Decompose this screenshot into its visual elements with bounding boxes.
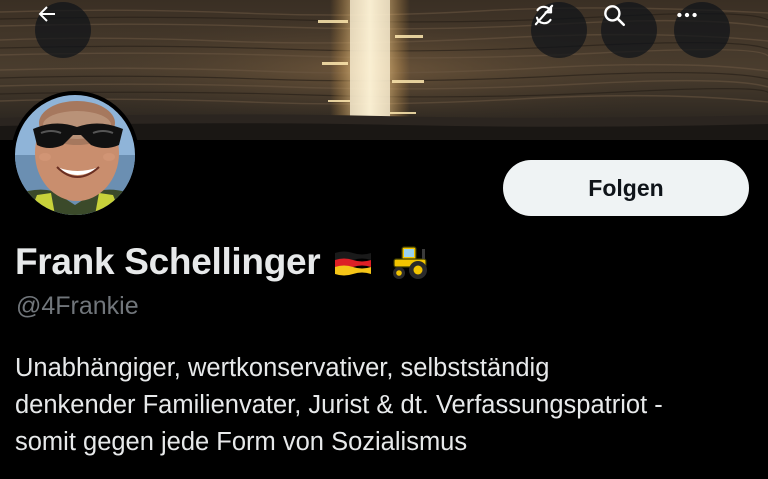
- username-handle: @4Frankie: [16, 292, 139, 320]
- more-button[interactable]: [674, 2, 730, 58]
- avatar[interactable]: [11, 91, 139, 219]
- search-icon: [604, 5, 626, 27]
- search-button[interactable]: [601, 2, 657, 58]
- back-button[interactable]: [35, 2, 91, 58]
- name-row: Frank Schellinger: [15, 236, 432, 288]
- follow-button[interactable]: Folgen: [503, 160, 749, 216]
- profile-bio: Unabhängiger, wertkonservativer, selbsts…: [15, 354, 663, 456]
- refresh-button[interactable]: [531, 2, 587, 58]
- more-horizontal-icon: [677, 12, 697, 18]
- tractor-icon: [388, 241, 432, 281]
- avatar-photo: [15, 95, 135, 215]
- refresh-slash-icon: [534, 4, 554, 26]
- arrow-left-icon: [38, 6, 55, 22]
- display-name: Frank Schellinger: [15, 241, 321, 282]
- flag-germany-icon: [334, 250, 372, 277]
